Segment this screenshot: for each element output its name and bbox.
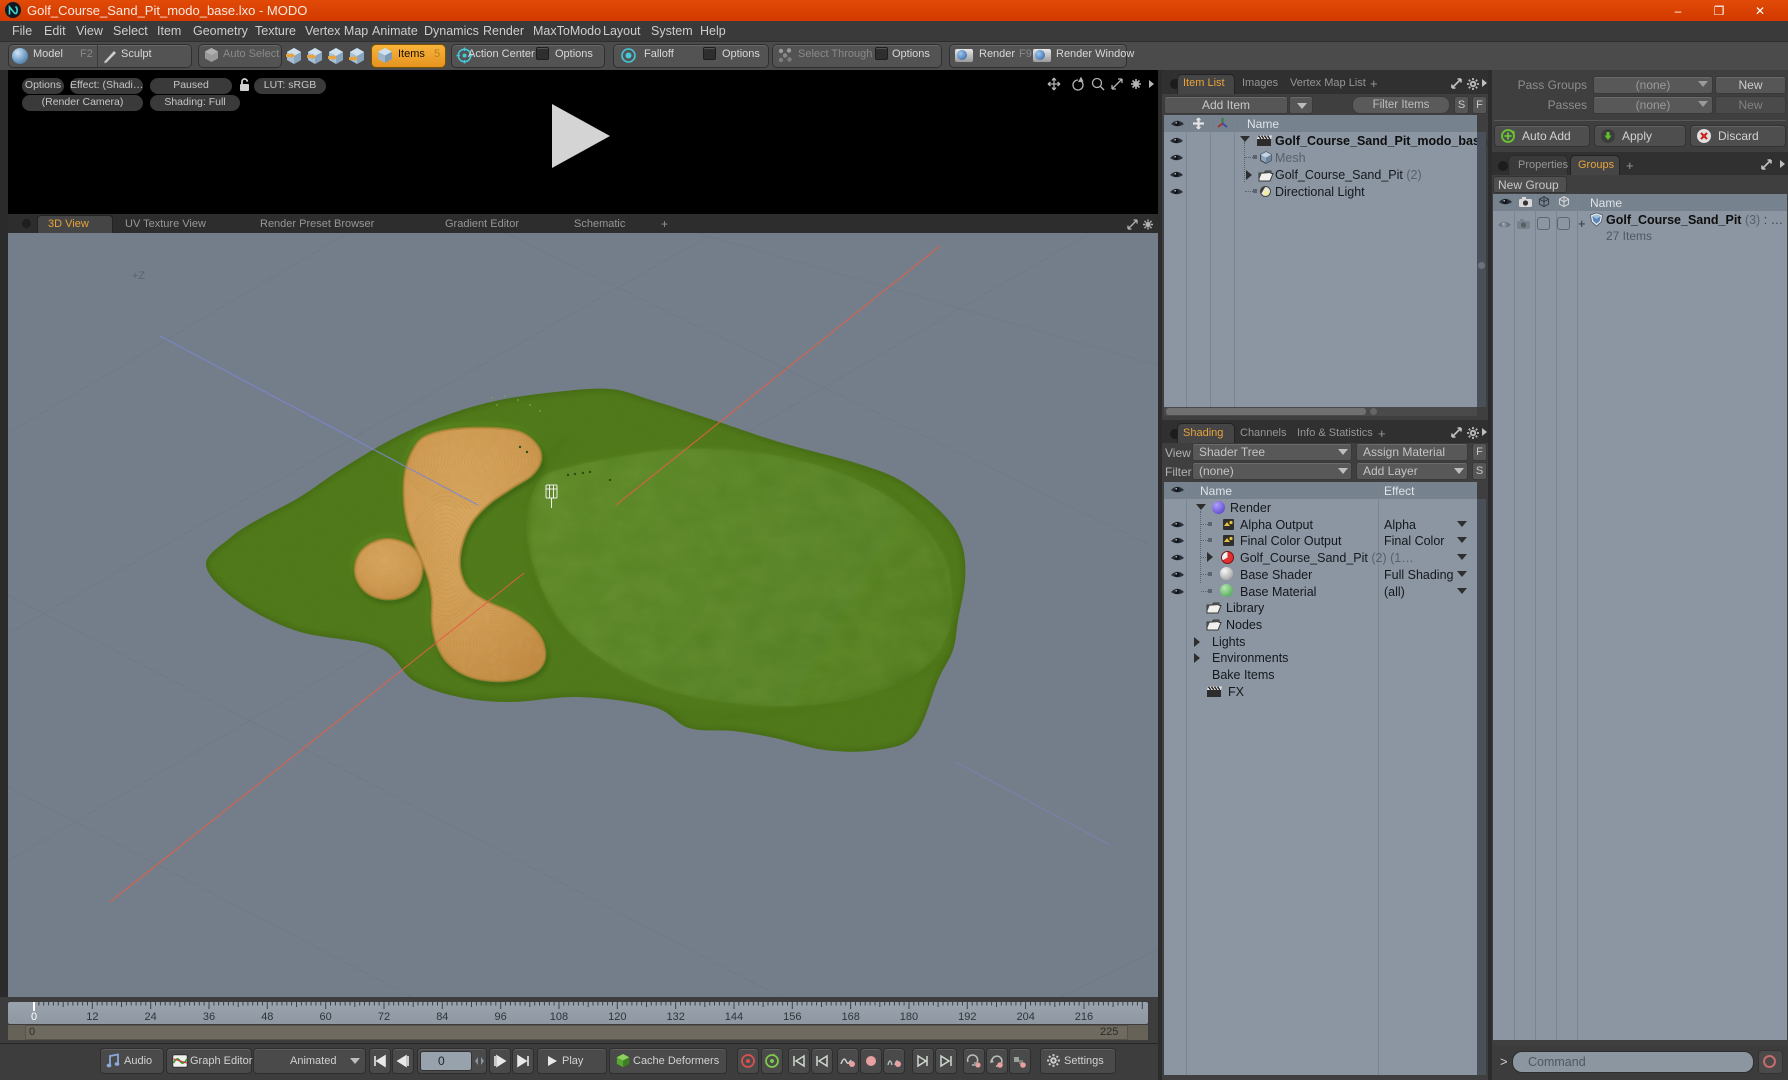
svg-text:+Z: +Z — [132, 270, 145, 282]
svg-text:120: 120 — [608, 1011, 626, 1023]
svg-text:48: 48 — [261, 1011, 273, 1023]
svg-text:72: 72 — [378, 1011, 390, 1023]
svg-text:12: 12 — [86, 1011, 98, 1023]
svg-text:204: 204 — [1016, 1011, 1034, 1023]
svg-text:168: 168 — [841, 1011, 859, 1023]
svg-text:156: 156 — [783, 1011, 801, 1023]
svg-text:192: 192 — [958, 1011, 976, 1023]
svg-text:24: 24 — [145, 1011, 157, 1023]
svg-text:36: 36 — [203, 1011, 215, 1023]
svg-text:180: 180 — [900, 1011, 918, 1023]
svg-text:60: 60 — [320, 1011, 332, 1023]
svg-text:84: 84 — [436, 1011, 448, 1023]
svg-text:96: 96 — [495, 1011, 507, 1023]
svg-text:144: 144 — [725, 1011, 743, 1023]
svg-text:216: 216 — [1075, 1011, 1093, 1023]
svg-text:0: 0 — [31, 1011, 37, 1023]
svg-text:132: 132 — [666, 1011, 684, 1023]
svg-text:108: 108 — [550, 1011, 568, 1023]
